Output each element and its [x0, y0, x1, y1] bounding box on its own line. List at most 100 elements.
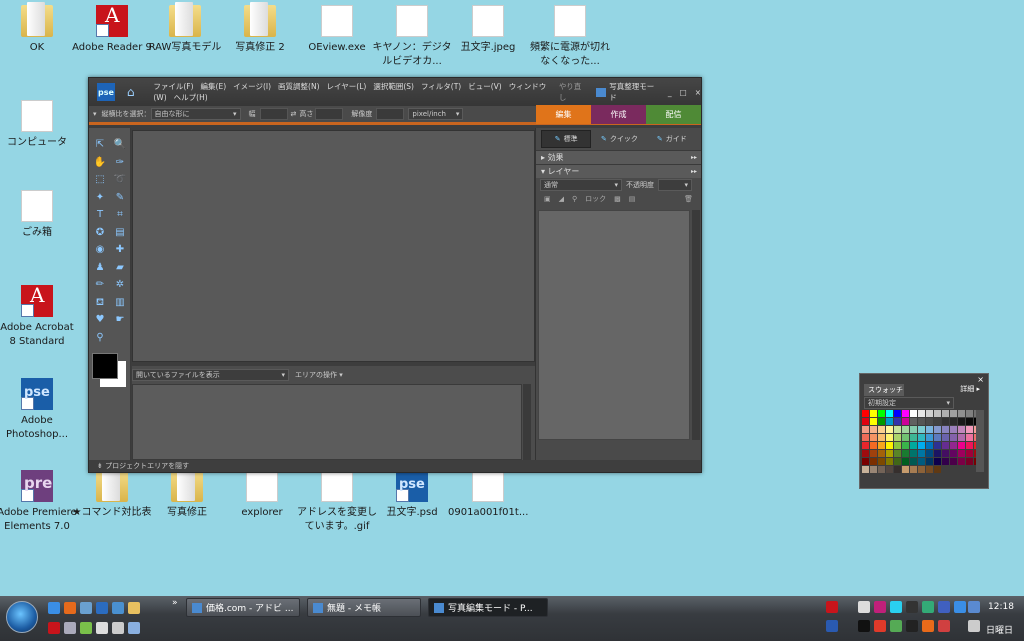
swatch-color[interactable]	[966, 410, 973, 417]
swatch-color[interactable]	[958, 410, 965, 417]
swatch-color[interactable]	[894, 426, 901, 433]
swatch-color[interactable]	[902, 434, 909, 441]
edit-mode-tab[interactable]: ✎ 標準	[541, 130, 592, 148]
swatch-color[interactable]	[918, 410, 925, 417]
tray-icon[interactable]	[906, 601, 918, 613]
swatch-color[interactable]	[894, 466, 901, 473]
swatch-color[interactable]	[910, 410, 917, 417]
swatch-color[interactable]	[942, 450, 949, 457]
desktop-icon[interactable]: 写真修正	[147, 467, 227, 520]
maximize-button[interactable]: □	[680, 88, 687, 97]
desktop-icon[interactable]: 頻繁に電源が切れなくなった...	[530, 5, 610, 69]
swatch-color[interactable]	[942, 434, 949, 441]
desktop-icon[interactable]: Adobe Premiere Elements 7.0	[0, 470, 77, 534]
link-icon[interactable]: ⚲	[572, 195, 577, 203]
desktop-icon[interactable]: ごみ箱	[0, 190, 77, 240]
mode-tab[interactable]: 配信	[646, 105, 701, 124]
swatch-more[interactable]: 詳細 ▸	[960, 384, 980, 394]
swatch-color[interactable]	[950, 458, 957, 465]
shape-tool-icon[interactable]: ✪	[93, 226, 107, 239]
contact-icon[interactable]	[96, 622, 108, 634]
swatch-color[interactable]	[958, 450, 965, 457]
edit-mode-tab[interactable]: ✎ ガイド	[648, 130, 696, 148]
swatch-color[interactable]	[910, 450, 917, 457]
swatch-scrollbar[interactable]	[976, 410, 984, 472]
swatch-color[interactable]	[966, 450, 973, 457]
desktop-icon[interactable]: Adobe Photoshop...	[0, 378, 77, 442]
desktop-icon[interactable]: OEview.exe	[297, 5, 377, 55]
swatch-color[interactable]	[926, 442, 933, 449]
desktop-icon[interactable]: RAW写真モデル	[145, 2, 225, 55]
swatch-close-button[interactable]: ×	[977, 375, 984, 384]
desktop-icon[interactable]	[96, 602, 108, 614]
minimize-button[interactable]: _	[668, 88, 672, 97]
swatch-color[interactable]	[862, 434, 869, 441]
swatch-color[interactable]	[926, 458, 933, 465]
new-layer-icon[interactable]: ▣	[544, 195, 551, 203]
swatch-color[interactable]	[934, 442, 941, 449]
swatch-color[interactable]	[966, 434, 973, 441]
search-icon[interactable]	[64, 622, 76, 634]
type-tool-icon[interactable]: T	[93, 208, 107, 221]
menu-item[interactable]: ビュー(V)	[468, 82, 501, 91]
keyboard-icon[interactable]	[112, 622, 124, 634]
swatch-color[interactable]	[918, 442, 925, 449]
menu-item[interactable]: ヘルプ(H)	[174, 93, 208, 102]
lock-transparency-icon[interactable]: ▩	[614, 195, 621, 203]
swap-icon[interactable]: ⇄	[291, 110, 297, 118]
width-input[interactable]	[259, 108, 288, 120]
zoom-tool-icon[interactable]: 🔍	[113, 138, 127, 151]
swatch-color[interactable]	[878, 458, 885, 465]
desktop-icon[interactable]: アドレスを変更しています。.gif	[297, 470, 377, 534]
swatch-color[interactable]	[950, 410, 957, 417]
menu-item[interactable]: イメージ(I)	[233, 82, 271, 91]
swatch-color[interactable]	[950, 418, 957, 425]
organizer-mode-button[interactable]: 写真整理モード	[595, 81, 656, 103]
menu-item[interactable]: フィルタ(T)	[421, 82, 461, 91]
swatch-color[interactable]	[942, 442, 949, 449]
swatch-color[interactable]	[926, 418, 933, 425]
swatch-color[interactable]	[878, 450, 885, 457]
menu-item[interactable]: ファイル(F)	[153, 82, 193, 91]
swatch-color[interactable]	[894, 410, 901, 417]
swatch-color[interactable]	[918, 434, 925, 441]
swatch-color[interactable]	[942, 410, 949, 417]
network-icon[interactable]	[112, 602, 124, 614]
swatch-color[interactable]	[926, 410, 933, 417]
mode-tab[interactable]: 編集	[536, 105, 591, 124]
menu-item[interactable]: レイヤー(L)	[327, 82, 367, 91]
swatch-color[interactable]	[902, 418, 909, 425]
swatch-color[interactable]	[894, 442, 901, 449]
swatch-color[interactable]	[942, 458, 949, 465]
resolution-input[interactable]	[376, 108, 405, 120]
swatch-color[interactable]	[878, 418, 885, 425]
swatch-color[interactable]	[966, 458, 973, 465]
swatch-color[interactable]	[894, 458, 901, 465]
menu-item[interactable]: 編集(E)	[201, 82, 227, 91]
move-tool-icon[interactable]: ⇱	[93, 138, 107, 151]
unit-select[interactable]: pixel/inch ▾	[408, 108, 464, 120]
swatch-color[interactable]	[878, 434, 885, 441]
tray-icon[interactable]	[890, 601, 902, 613]
swatch-color[interactable]	[870, 418, 877, 425]
menu-item[interactable]: 選択範囲(S)	[373, 82, 414, 91]
close-button[interactable]: ×	[695, 88, 701, 97]
swatch-color[interactable]	[958, 442, 965, 449]
tray-icon[interactable]	[858, 601, 870, 613]
edit-mode-tab[interactable]: ✎ クイック	[595, 130, 643, 148]
save-icon[interactable]	[80, 602, 92, 614]
tray-icon[interactable]	[938, 601, 950, 613]
tag-icon[interactable]	[80, 622, 92, 634]
swatch-color[interactable]	[870, 410, 877, 417]
adjust-layer-icon[interactable]: ◢	[559, 195, 564, 203]
swatch-color[interactable]	[966, 418, 973, 425]
brush-select-tool-icon[interactable]: ✎	[113, 191, 127, 204]
area-ops-menu[interactable]: エリアの操作 ▾	[295, 370, 343, 380]
swatch-color[interactable]	[886, 418, 893, 425]
swatch-color[interactable]	[886, 426, 893, 433]
swatch-color[interactable]	[870, 466, 877, 473]
swatch-color[interactable]	[934, 466, 941, 473]
aspect-select[interactable]: 自由な形に ▾	[150, 108, 241, 120]
tray-icon[interactable]	[938, 620, 950, 632]
gradient-tool-icon[interactable]: ▥	[113, 296, 127, 309]
